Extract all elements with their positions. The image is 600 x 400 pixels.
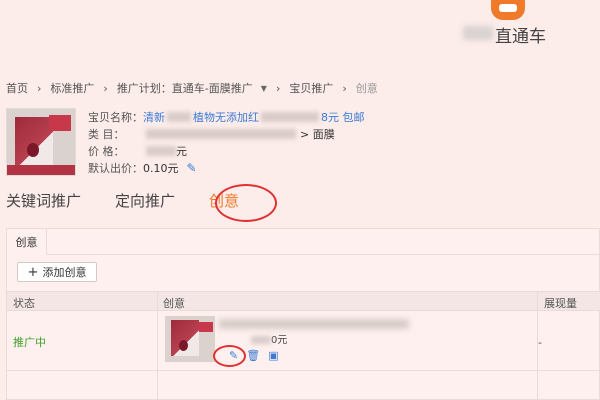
default-bid-label: 默认出价： <box>88 161 143 175</box>
product-box-image <box>15 117 53 167</box>
add-creative-label: 添加创意 <box>42 266 87 279</box>
blurred-text <box>251 336 271 344</box>
product-thumbnail <box>6 108 76 176</box>
brand-logo: 直通车 <box>455 0 600 60</box>
breadcrumb-standard[interactable]: 标准推广 <box>50 80 94 96</box>
highlight-circle <box>215 184 277 222</box>
breadcrumb-home[interactable]: 首页 <box>6 80 28 96</box>
logo-text: 直通车 <box>495 27 546 47</box>
blurred-logo-text <box>463 26 493 40</box>
tab-keyword-promotion[interactable]: 关键词推广 <box>6 190 81 211</box>
impressions-value: - <box>538 336 542 349</box>
product-band <box>7 165 75 175</box>
column-creative: 创意 <box>163 297 185 310</box>
creative-panel: 创意 + 添加创意 状态 创意 展现量 推广中 0元 ✎ 🗑 ▣ - <box>6 228 600 400</box>
droplet-icon <box>27 143 39 157</box>
chevron-right-icon: › <box>275 81 281 95</box>
creative-price: 0元 <box>251 331 287 346</box>
tab-targeted-promotion[interactable]: 定向推广 <box>115 190 175 211</box>
divider <box>47 254 599 255</box>
category-label: 类 目： <box>88 127 125 141</box>
pencil-icon[interactable]: ✎ <box>187 161 197 175</box>
product-name-end[interactable]: 8元 包邮 <box>321 109 365 125</box>
chevron-right-icon: › <box>103 81 108 95</box>
table-header: 状态 创意 展现量 <box>7 291 600 311</box>
price-label: 价 格： <box>88 144 125 158</box>
promo-tag <box>49 115 71 131</box>
category-value: > 面膜 <box>300 127 335 141</box>
breadcrumb-item-promo[interactable]: 宝贝推广 <box>289 80 333 96</box>
chevron-right-icon: › <box>342 81 347 95</box>
table-row: 推广中 0元 ✎ 🗑 ▣ - <box>7 311 600 371</box>
image-icon[interactable]: ▣ <box>268 349 278 362</box>
highlight-circle <box>213 345 246 367</box>
blurred-text <box>146 145 176 156</box>
blurred-creative-title <box>219 319 409 329</box>
breadcrumb-current: 创意 <box>355 82 378 95</box>
product-info: 宝贝名称： 清新 植物无添加红 8元 包邮 类 目： > 面膜 价 格： 元 默… <box>88 108 365 176</box>
default-bid-value: 0.10元 <box>143 161 179 175</box>
column-impressions[interactable]: 展现量 <box>544 295 577 311</box>
product-name-start[interactable]: 清新 <box>143 109 165 125</box>
add-creative-button[interactable]: + 添加创意 <box>17 262 97 282</box>
car-icon <box>491 0 525 20</box>
chevron-right-icon: › <box>37 81 42 95</box>
subtab-creative[interactable]: 创意 <box>7 229 47 255</box>
caret-down-icon[interactable]: ▼ <box>261 84 267 93</box>
droplet-icon <box>179 340 188 351</box>
status-badge: 推广中 <box>13 336 46 349</box>
blurred-text <box>167 111 191 122</box>
plus-icon: + <box>27 264 39 280</box>
blurred-text <box>146 128 296 139</box>
breadcrumb: 首页 › 标准推广 › 推广计划：直通车-面膜推广 ▼ › 宝贝推广 › 创意 <box>6 80 378 96</box>
trash-icon[interactable]: 🗑 <box>246 349 260 362</box>
breadcrumb-plan[interactable]: 推广计划：直通车-面膜推广 <box>117 80 253 96</box>
blurred-text <box>261 111 319 122</box>
promo-tag <box>199 322 213 332</box>
creative-price-suffix: 0元 <box>271 335 288 346</box>
product-name-label: 宝贝名称： <box>88 110 143 124</box>
price-value: 元 <box>176 144 187 158</box>
creative-thumbnail[interactable] <box>165 316 215 362</box>
column-status: 状态 <box>13 297 35 310</box>
product-name-mid[interactable]: 植物无添加红 <box>193 109 259 125</box>
